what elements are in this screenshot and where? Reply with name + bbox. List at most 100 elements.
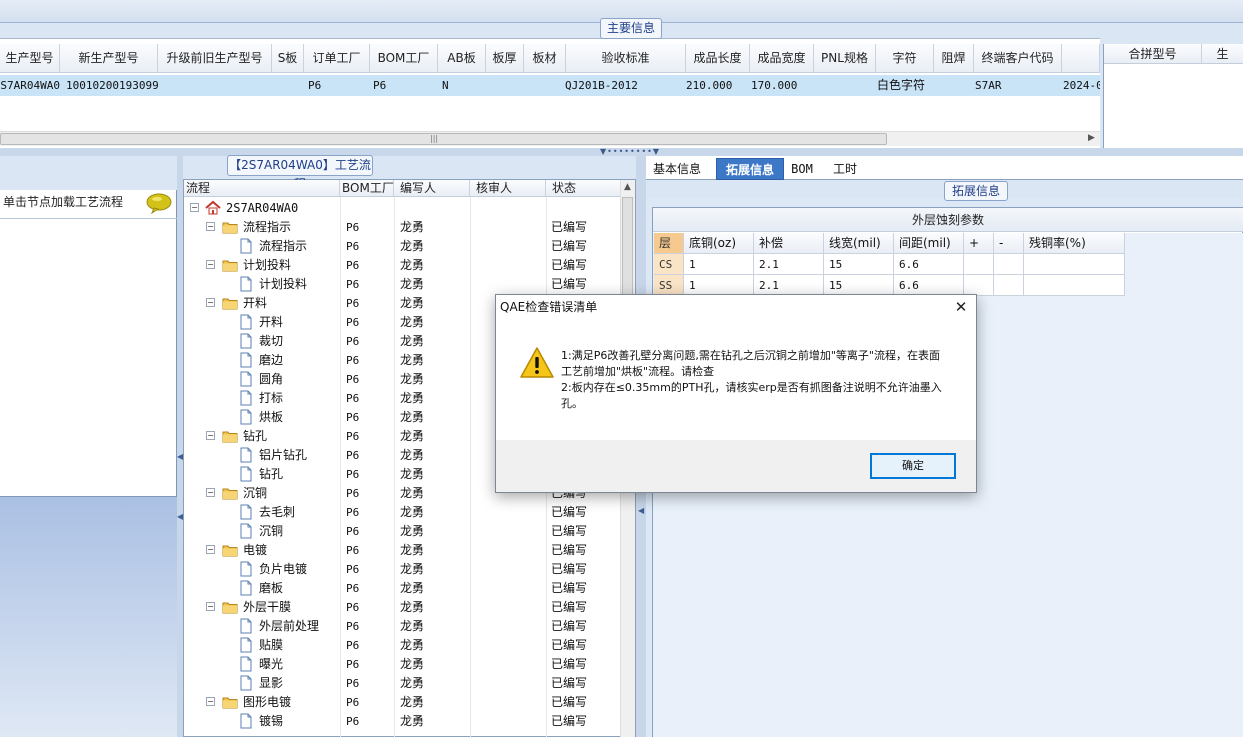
document-icon: [240, 276, 252, 292]
collapse-icon[interactable]: −: [206, 298, 215, 307]
main-info-row-selected[interactable]: 2S7AR04WA0 10010200193099 P6 P6 N QJ201B…: [0, 75, 1100, 96]
tree-item-writer: 龙勇: [400, 239, 425, 253]
tree-item-label: 外层干膜: [243, 600, 292, 614]
col-customer-code[interactable]: 终端客户代码: [974, 44, 1062, 73]
collapse-icon[interactable]: −: [190, 203, 199, 212]
col-writer[interactable]: 编写人: [394, 180, 470, 197]
col-bom-factory[interactable]: BOM工厂: [370, 44, 438, 73]
tree-group[interactable]: − 图形电镀 P6 龙勇 已编写: [184, 693, 620, 712]
col-plus[interactable]: +: [964, 233, 994, 254]
warning-icon: [519, 346, 555, 380]
col-ab-board[interactable]: AB板: [438, 44, 486, 73]
cell-layer[interactable]: SS: [654, 275, 684, 296]
scroll-right-arrow-icon[interactable]: ▶: [1088, 133, 1098, 143]
col-order-factory[interactable]: 订单工厂: [304, 44, 370, 73]
col-tree-bom[interactable]: BOM工厂: [340, 180, 394, 197]
cell-new-prod-model: 10010200193099: [66, 79, 158, 92]
col-state[interactable]: 状态: [546, 180, 620, 197]
tree-group[interactable]: − 电镀 P6 龙勇 已编写: [184, 541, 620, 560]
collapse-icon[interactable]: −: [206, 431, 215, 440]
col-spacing[interactable]: 间距(mil): [894, 233, 964, 254]
cell-layer[interactable]: CS: [654, 254, 684, 275]
col-merge-overflow[interactable]: 生: [1202, 44, 1243, 64]
tree-item-bom: P6: [346, 278, 360, 291]
col-old-prod-model[interactable]: 升级前旧生产型号: [158, 44, 272, 73]
tree-item[interactable]: 外层前处理 P6 龙勇 已编写: [184, 617, 620, 636]
tree-item[interactable]: 显影 P6 龙勇 已编写: [184, 674, 620, 693]
tree-item-writer: 龙勇: [400, 372, 425, 386]
col-material[interactable]: 板材: [524, 44, 566, 73]
tab-work-hours[interactable]: 工时: [826, 158, 864, 180]
cell-spacing[interactable]: 6.6: [894, 254, 964, 275]
col-base-copper[interactable]: 底铜(oz): [684, 233, 754, 254]
tree-item-label: 开料: [243, 296, 268, 310]
col-line-width[interactable]: 线宽(mil): [824, 233, 894, 254]
cell-residual-copper[interactable]: [1024, 275, 1125, 296]
tree-item[interactable]: 计划投料 P6 龙勇 已编写: [184, 275, 620, 294]
tree-group[interactable]: − 外层干膜 P6 龙勇 已编写: [184, 598, 620, 617]
tree-item[interactable]: 磨板 P6 龙勇 已编写: [184, 579, 620, 598]
cell-base-copper[interactable]: 1: [684, 275, 754, 296]
tree-group[interactable]: − 计划投料 P6 龙勇 已编写: [184, 256, 620, 275]
dialog-title: QAE检查错误清单: [500, 300, 598, 314]
col-width[interactable]: 成品宽度: [750, 44, 814, 73]
col-minus[interactable]: -: [994, 233, 1024, 254]
cell-plus[interactable]: [964, 275, 994, 296]
tree-item-label: 铝片钻孔: [259, 448, 308, 462]
ok-button[interactable]: 确定: [870, 453, 956, 479]
collapse-icon[interactable]: −: [206, 222, 215, 231]
cell-minus[interactable]: [994, 254, 1024, 275]
tree-item[interactable]: 流程指示 P6 龙勇 已编写: [184, 237, 620, 256]
cell-compensation[interactable]: 2.1: [754, 275, 824, 296]
tree-item[interactable]: 沉铜 P6 龙勇 已编写: [184, 522, 620, 541]
col-mask[interactable]: 阻焊: [934, 44, 974, 73]
collapse-middle-icon[interactable]: ◀: [638, 506, 644, 515]
splitter-grip-icon[interactable]: ▼••••••••▼: [600, 148, 659, 156]
collapse-icon[interactable]: −: [206, 488, 215, 497]
col-merge-model[interactable]: 合拼型号: [1104, 44, 1202, 64]
tree-item[interactable]: 曝光 P6 龙勇 已编写: [184, 655, 620, 674]
cell-minus[interactable]: [994, 275, 1024, 296]
col-prod-model[interactable]: 生产型号: [0, 44, 60, 73]
scroll-up-arrow-icon[interactable]: ▲: [622, 182, 633, 193]
tree-group[interactable]: − 流程指示 P6 龙勇 已编写: [184, 218, 620, 237]
tree-item-bom: P6: [346, 430, 360, 443]
tree-item[interactable]: 镀锡 P6 龙勇 已编写: [184, 712, 620, 731]
tree-item[interactable]: 贴膜 P6 龙勇 已编写: [184, 636, 620, 655]
cell-compensation[interactable]: 2.1: [754, 254, 824, 275]
col-compensation[interactable]: 补偿: [754, 233, 824, 254]
collapse-icon[interactable]: −: [206, 602, 215, 611]
close-icon[interactable]: ✕: [952, 298, 970, 316]
cell-line-width[interactable]: 15: [824, 254, 894, 275]
col-flow[interactable]: 流程: [184, 180, 340, 197]
collapse-icon[interactable]: −: [206, 697, 215, 706]
document-icon: [240, 409, 252, 425]
tree-root[interactable]: − 2S7AR04WA0: [184, 199, 620, 218]
cell-base-copper[interactable]: 1: [684, 254, 754, 275]
tree-item[interactable]: 负片电镀 P6 龙勇 已编写: [184, 560, 620, 579]
col-standard[interactable]: 验收标准: [566, 44, 686, 73]
tree-root-label: 2S7AR04WA0: [226, 201, 299, 215]
cell-residual-copper[interactable]: [1024, 254, 1125, 275]
cell-line-width[interactable]: 15: [824, 275, 894, 296]
tab-extended-info[interactable]: 拓展信息: [716, 158, 784, 180]
col-char[interactable]: 字符: [876, 44, 934, 73]
tab-bom[interactable]: BOM: [786, 158, 818, 180]
col-length[interactable]: 成品长度: [686, 44, 750, 73]
tab-basic-info[interactable]: 基本信息: [648, 158, 706, 180]
col-new-prod-model[interactable]: 新生产型号: [60, 44, 158, 73]
document-icon: [240, 352, 252, 368]
cell-spacing[interactable]: 6.6: [894, 275, 964, 296]
col-overflow[interactable]: [1062, 44, 1100, 73]
tree-item[interactable]: 去毛刺 P6 龙勇 已编写: [184, 503, 620, 522]
col-thickness[interactable]: 板厚: [486, 44, 524, 73]
main-hscroll-thumb[interactable]: [0, 133, 887, 145]
col-s-board[interactable]: S板: [272, 44, 304, 73]
collapse-icon[interactable]: −: [206, 260, 215, 269]
cell-plus[interactable]: [964, 254, 994, 275]
col-layer[interactable]: 层: [654, 233, 684, 254]
collapse-icon[interactable]: −: [206, 545, 215, 554]
col-pnl[interactable]: PNL规格: [814, 44, 876, 73]
col-residual-copper[interactable]: 残铜率(%): [1024, 233, 1125, 254]
col-reviewer[interactable]: 核审人: [470, 180, 546, 197]
